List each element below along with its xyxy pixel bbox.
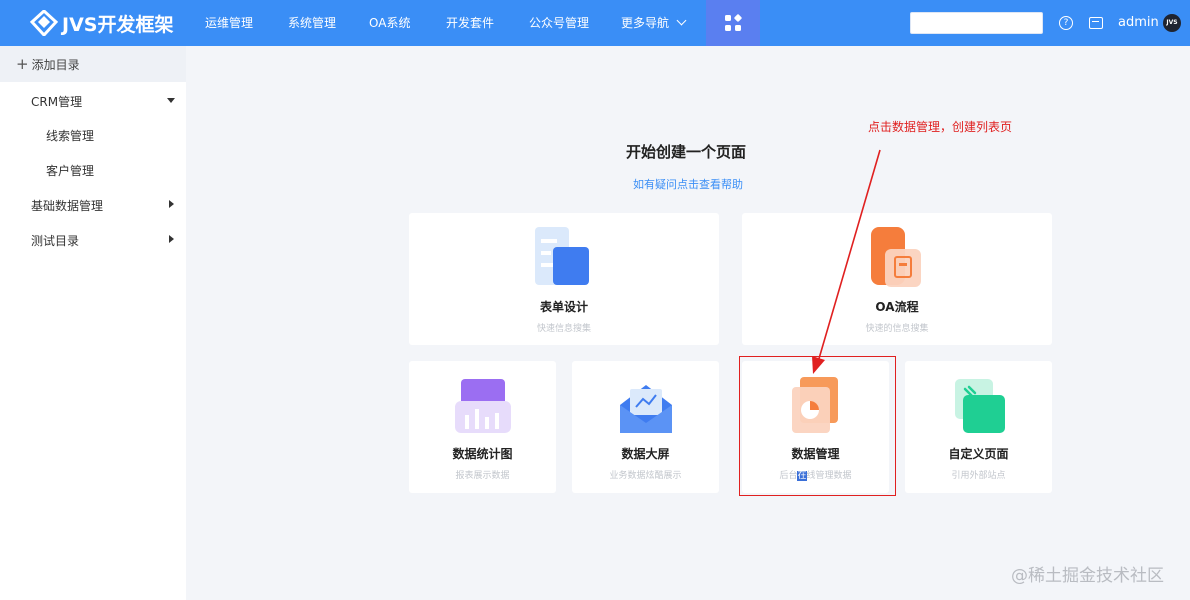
annotation-arrow <box>812 149 881 374</box>
watermark: @稀土掘金技术社区 <box>1011 566 1164 586</box>
